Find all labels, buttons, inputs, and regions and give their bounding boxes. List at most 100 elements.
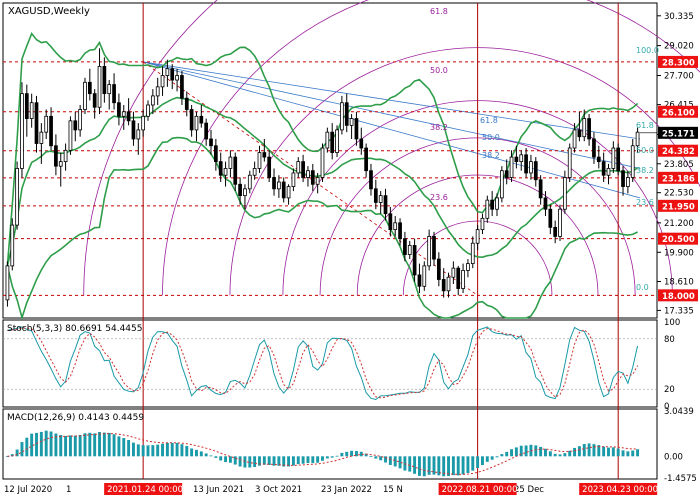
fib-retracement-label: 61.8: [636, 121, 654, 130]
candle-body: [490, 199, 495, 210]
candle-body: [601, 161, 606, 176]
candle-body: [87, 81, 92, 95]
candle-body: [310, 170, 315, 185]
candle-body: [180, 75, 184, 99]
candle-body: [383, 195, 388, 215]
macd-histogram-bar: [122, 438, 126, 457]
candle-body: [102, 66, 107, 95]
candle-body: [630, 145, 635, 178]
candle-body: [199, 115, 204, 124]
macd-histogram-bar: [417, 456, 421, 476]
candle-body: [587, 118, 591, 140]
macd-histogram-bar: [350, 450, 354, 457]
candle-body: [223, 168, 228, 176]
stoch-title: Stoch(5,3,3) 80.6691 54.4455: [7, 324, 142, 334]
macd-histogram-bar: [369, 456, 373, 457]
candle-body: [427, 236, 431, 267]
macd-histogram-bar: [544, 448, 547, 457]
candle-body: [126, 111, 131, 122]
macd-histogram-bar: [485, 456, 489, 462]
fib-arc: [83, 0, 219, 296]
macd-histogram-bar: [587, 443, 591, 457]
time-marker-label: 2022.08.21 00:00: [442, 485, 518, 495]
macd-histogram-bar: [539, 446, 543, 457]
candle-body: [54, 145, 58, 167]
candle-body: [44, 115, 49, 133]
macd-histogram-bar: [335, 455, 339, 457]
candle-body: [325, 131, 330, 149]
candle-body: [441, 279, 446, 292]
candle-body: [349, 118, 354, 126]
candle-body: [524, 154, 528, 174]
time-marker-label: 2021.01.24 00:00: [107, 485, 183, 495]
candle-body: [635, 131, 640, 147]
candle-body: [97, 66, 102, 108]
time-tick-label: 25 Dec: [514, 485, 544, 495]
macd-histogram-bar: [185, 445, 189, 457]
fib-retracement-label: 38.2: [636, 166, 654, 175]
macd-histogram-bar: [461, 456, 465, 475]
candle-body: [243, 188, 247, 197]
macd-histogram-bar: [291, 456, 295, 466]
macd-histogram-bar: [190, 448, 194, 457]
macd-histogram-bar: [466, 456, 470, 473]
candle-body: [184, 97, 189, 110]
candle-body: [344, 102, 349, 126]
candle-body: [558, 208, 562, 237]
time-tick-label: 13 Jun 2021: [193, 485, 244, 495]
candle-body: [373, 188, 378, 203]
candle-body: [533, 161, 538, 181]
macd-histogram-bar: [388, 456, 392, 465]
candle-body: [499, 170, 504, 199]
macd-histogram-bar: [277, 456, 281, 466]
candle-body: [73, 120, 78, 131]
candle-body: [485, 199, 490, 219]
macd-histogram-bar: [447, 456, 450, 477]
level-tag-label: 21.950: [662, 202, 695, 212]
macd-histogram-bar: [316, 456, 320, 463]
candle-body: [286, 186, 291, 199]
macd-histogram-bar: [156, 444, 160, 457]
fib-fan-label: 61.8: [480, 116, 498, 125]
macd-histogram-bar: [83, 433, 87, 457]
macd-histogram-bar: [102, 432, 106, 457]
candle-body: [359, 138, 364, 149]
fib-arc-label: 38.2: [430, 123, 448, 132]
macd-histogram-bar: [592, 444, 596, 457]
time-tick-label: 12 Jul 2020: [4, 485, 52, 495]
macd-histogram-bar: [175, 442, 179, 457]
level-tag-label: 28.300: [662, 58, 695, 68]
macd-histogram-bar: [616, 448, 620, 457]
macd-histogram-bar: [68, 435, 72, 457]
macd-histogram-bar: [582, 443, 586, 457]
fib-retracement-label: 0.0: [636, 283, 649, 292]
candle-body: [252, 168, 257, 176]
macd-histogram-bar: [495, 456, 499, 458]
fib-retracement-label: 50.0: [636, 146, 654, 155]
macd-histogram-bar: [117, 436, 121, 457]
time-tick-label: 15 N: [383, 485, 403, 495]
macd-histogram-bar: [98, 432, 101, 457]
candle-body: [117, 102, 121, 117]
time-tick-label: 3 Oct 2021: [255, 485, 302, 495]
macd-histogram-bar: [88, 432, 92, 457]
candle-body: [315, 177, 320, 185]
fib-fan-label: 50.0: [482, 133, 500, 142]
macd-histogram-bar: [146, 445, 150, 457]
macd-histogram-bar: [199, 451, 203, 457]
macd-histogram-bar: [340, 452, 344, 457]
macd-histogram-bar: [621, 450, 625, 457]
candle-body: [567, 147, 572, 178]
stoch-tick-label: 100: [664, 318, 680, 328]
candle-body: [49, 115, 53, 147]
macd-histogram-bar: [471, 456, 475, 471]
candle-body: [136, 129, 141, 140]
candle-body: [577, 129, 582, 138]
candle-body: [403, 238, 407, 255]
candle-body: [214, 145, 218, 163]
candle-body: [461, 270, 465, 289]
candle-body: [257, 152, 262, 169]
candle-body: [621, 170, 625, 187]
candle-body: [233, 156, 238, 185]
candle-body: [606, 168, 611, 176]
